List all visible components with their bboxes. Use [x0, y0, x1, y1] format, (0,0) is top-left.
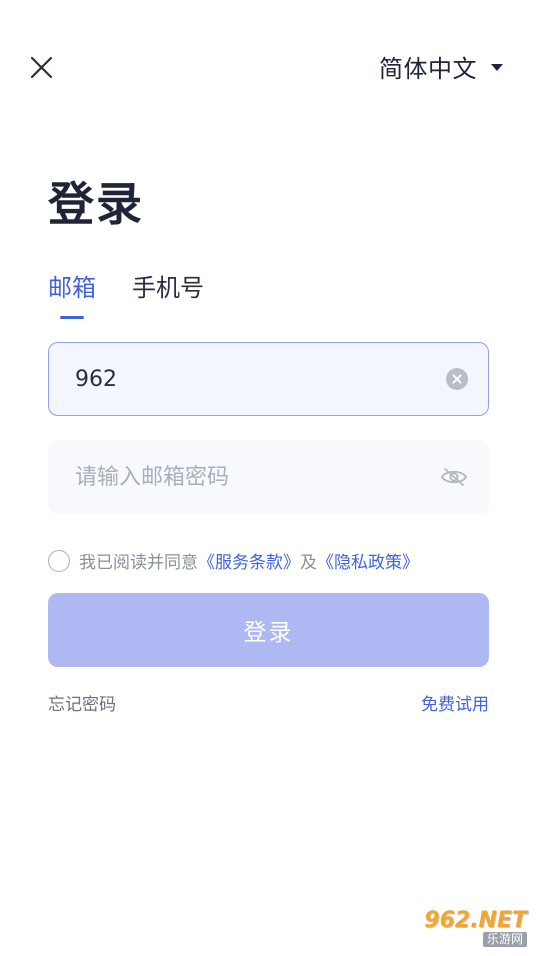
forgot-password-link[interactable]: 忘记密码	[48, 690, 116, 715]
login-button[interactable]: 登录	[48, 593, 489, 667]
privacy-link[interactable]: 《隐私政策》	[317, 548, 419, 573]
language-label: 简体中文	[379, 54, 477, 83]
agreement-conjunction: 及	[300, 553, 317, 573]
email-input[interactable]	[73, 342, 446, 416]
password-input[interactable]	[73, 440, 440, 514]
tab-phone[interactable]: 手机号	[132, 268, 204, 317]
terms-link[interactable]: 《服务条款》	[198, 548, 300, 573]
chevron-down-icon	[491, 64, 503, 71]
clear-icon[interactable]	[446, 368, 468, 390]
tab-phone-label: 手机号	[132, 274, 204, 302]
active-tab-indicator	[60, 316, 84, 319]
password-field-container	[48, 440, 489, 514]
email-field-container	[48, 342, 489, 416]
page-title: 登录	[48, 177, 144, 231]
close-icon	[30, 56, 53, 79]
agreement-prefix: 我已阅读并同意	[79, 553, 198, 573]
tab-email[interactable]: 邮箱	[48, 268, 96, 319]
agreement-checkbox[interactable]	[48, 549, 70, 572]
login-method-tabs: 邮箱 手机号	[48, 268, 204, 319]
free-trial-link[interactable]: 免费试用	[421, 690, 489, 715]
tab-email-label: 邮箱	[48, 274, 96, 302]
watermark-bottom-text: 乐游网	[482, 931, 527, 947]
language-selector[interactable]: 简体中文	[379, 48, 503, 84]
watermark-logo: 962.NET 乐游网	[399, 906, 527, 950]
close-button[interactable]	[26, 52, 58, 84]
agreement-row: 我已阅读并同意 《服务条款》 及 《隐私政策》	[48, 548, 419, 573]
eye-off-icon[interactable]	[440, 466, 468, 488]
watermark-top-text: 962.NET	[424, 907, 527, 933]
